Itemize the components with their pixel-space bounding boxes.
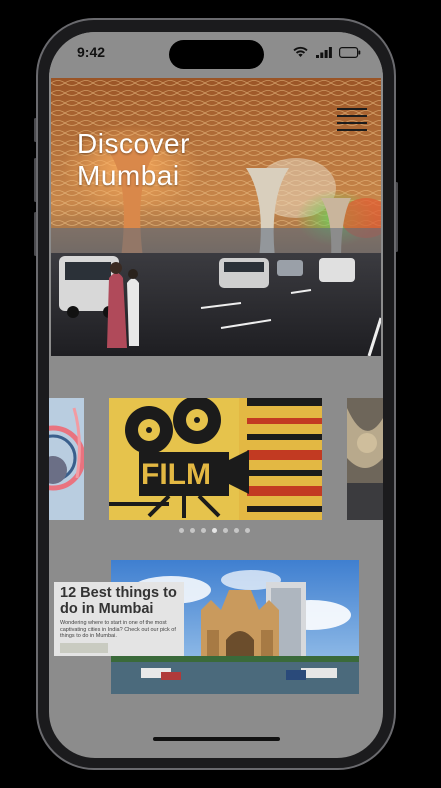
carousel-dot[interactable] bbox=[179, 528, 184, 533]
article-card[interactable]: 12 Best things to do in Mumbai Wondering… bbox=[54, 582, 184, 656]
carousel-dot-active[interactable] bbox=[212, 528, 217, 533]
airport-thumb-image bbox=[347, 398, 383, 520]
read-more-button[interactable] bbox=[60, 642, 108, 653]
menu-line bbox=[337, 115, 367, 117]
hero-banner: Discover Mumbai bbox=[51, 78, 381, 356]
film-text: FILM bbox=[141, 458, 211, 491]
carousel-dot[interactable] bbox=[234, 528, 239, 533]
phone-screen: 9:42 Discover Mumbai FILM 12 Best things… bbox=[49, 32, 383, 758]
home-indicator[interactable] bbox=[153, 737, 280, 741]
hero-title-line1: Discover bbox=[77, 128, 190, 159]
image-carousel[interactable]: FILM bbox=[49, 398, 383, 520]
film-image: FILM bbox=[109, 398, 322, 520]
status-time: 9:42 bbox=[77, 44, 106, 60]
cellular-signal-icon bbox=[316, 46, 332, 58]
menu-line bbox=[337, 108, 367, 110]
carousel-dot[interactable] bbox=[201, 528, 206, 533]
carousel-slide-airport[interactable] bbox=[347, 398, 383, 520]
hero-title: Discover Mumbai bbox=[77, 128, 190, 192]
article-title: 12 Best things to do in Mumbai bbox=[60, 585, 177, 617]
carousel-dot[interactable] bbox=[223, 528, 228, 533]
dynamic-island bbox=[169, 40, 264, 69]
hamburger-menu-icon[interactable] bbox=[337, 108, 367, 131]
status-bar: 9:42 bbox=[49, 32, 383, 78]
article-description: Wondering where to start in one of the m… bbox=[60, 620, 176, 639]
carousel-pagination bbox=[179, 528, 250, 533]
headphones-image bbox=[49, 398, 84, 520]
carousel-slide-film[interactable]: FILM bbox=[109, 398, 322, 520]
hero-title-line2: Mumbai bbox=[77, 160, 180, 191]
carousel-dot[interactable] bbox=[190, 528, 195, 533]
menu-line bbox=[337, 129, 367, 131]
carousel-slide-music[interactable] bbox=[49, 398, 84, 520]
battery-icon bbox=[339, 46, 361, 58]
hero-image-airport bbox=[51, 78, 381, 356]
carousel-dot[interactable] bbox=[245, 528, 250, 533]
wifi-icon bbox=[293, 46, 308, 57]
menu-line bbox=[337, 122, 367, 124]
status-icons bbox=[292, 46, 361, 58]
